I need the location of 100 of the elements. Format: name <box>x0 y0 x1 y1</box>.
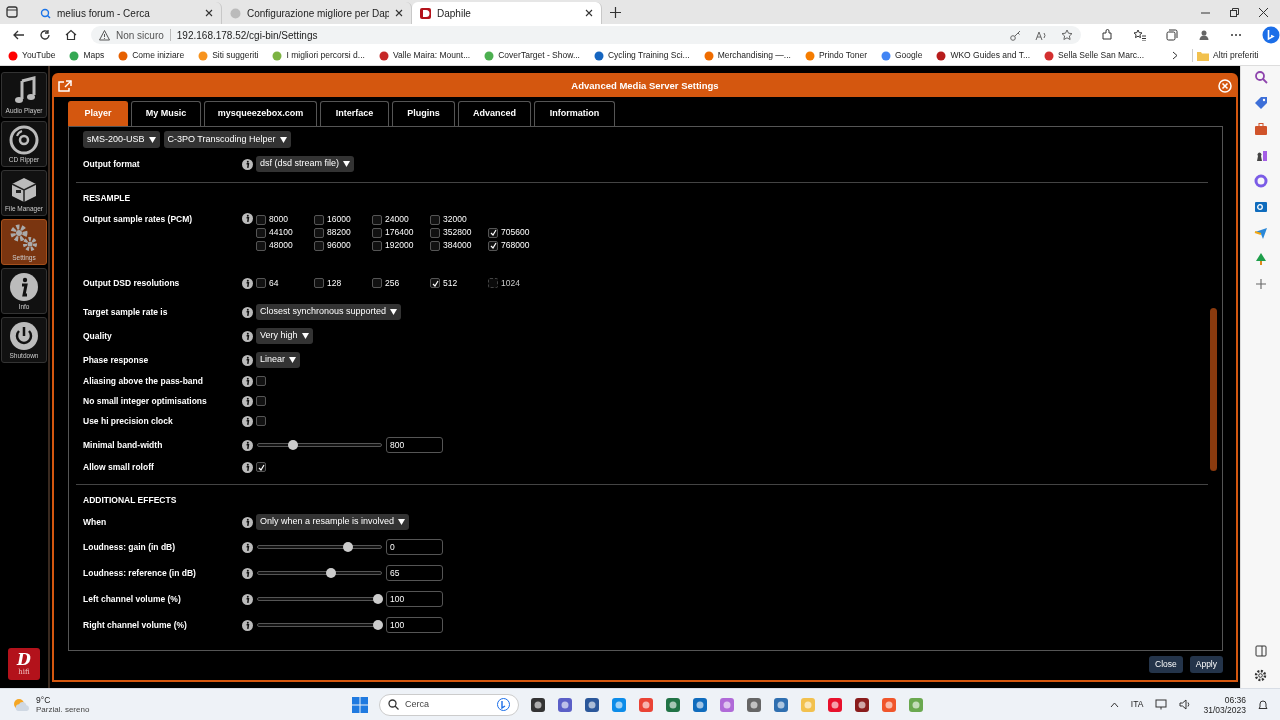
info-icon[interactable] <box>242 541 253 553</box>
add-icon[interactable] <box>1254 278 1267 290</box>
settings-tab[interactable]: My Music <box>131 101 201 126</box>
info-icon[interactable] <box>242 439 253 451</box>
slider-thumb[interactable] <box>373 620 383 630</box>
bookmark-link[interactable]: Google <box>895 49 923 62</box>
new-tab-icon[interactable] <box>610 7 621 18</box>
app-icon[interactable] <box>746 696 762 713</box>
settings-tab[interactable]: mysqueezebox.com <box>204 101 317 126</box>
close-icon[interactable] <box>395 9 403 17</box>
bookmark-link[interactable]: Cycling Training Sci... <box>607 49 690 62</box>
info-icon[interactable] <box>242 395 253 407</box>
bookmark-link[interactable]: Siti suggeriti <box>212 49 259 62</box>
app-icon[interactable] <box>557 696 573 713</box>
network-icon[interactable] <box>1155 699 1168 710</box>
bookmark-link[interactable]: Prindo Toner <box>818 49 867 62</box>
dropdown[interactable]: Closest synchronous supported <box>256 304 402 320</box>
info-icon[interactable] <box>242 354 253 366</box>
tab-actions-icon[interactable] <box>6 6 18 18</box>
dropdown[interactable]: C-3PO Transcoding Helper <box>163 131 291 148</box>
info-icon[interactable] <box>242 375 253 387</box>
checkbox[interactable] <box>430 227 440 238</box>
checkbox[interactable] <box>256 396 266 406</box>
input-field[interactable]: 800 <box>386 437 443 453</box>
clock-date[interactable]: 31/03/2023 <box>1203 704 1246 715</box>
checkbox[interactable] <box>488 240 498 251</box>
key-icon[interactable] <box>1010 29 1021 41</box>
search-icon[interactable] <box>1253 70 1268 84</box>
checkbox[interactable] <box>256 462 266 472</box>
bookmark-link[interactable]: Merchandising —... <box>717 49 791 62</box>
bookmark-folder[interactable]: Altri preferiti <box>1213 49 1259 62</box>
dialog-button[interactable]: Close <box>1149 656 1183 673</box>
checkbox[interactable] <box>314 278 324 288</box>
settings-tab[interactable]: Information <box>534 101 615 126</box>
checkbox[interactable] <box>372 214 382 225</box>
ring-icon[interactable] <box>1253 174 1268 188</box>
info-icon[interactable] <box>242 461 253 473</box>
checkbox[interactable] <box>256 376 266 386</box>
toolbox-icon[interactable] <box>1253 122 1268 136</box>
notification-icon[interactable] <box>1258 698 1268 711</box>
clock-time[interactable]: 06:36 <box>1224 694 1246 705</box>
app-icon[interactable] <box>530 696 546 713</box>
settings-tab[interactable]: Plugins <box>392 101 455 126</box>
profile-icon[interactable] <box>1198 29 1210 41</box>
checkbox[interactable] <box>372 227 382 238</box>
input-field[interactable]: 100 <box>386 591 443 607</box>
info-icon[interactable] <box>242 277 253 289</box>
language-indicator[interactable]: ITA <box>1130 698 1144 711</box>
input-field[interactable]: 65 <box>386 565 443 581</box>
address-bar[interactable]: Non sicuro 192.168.178.52/cgi-bin/Settings <box>91 26 1081 44</box>
slider-track[interactable] <box>257 571 382 575</box>
start-icon[interactable] <box>352 696 368 713</box>
slider-track[interactable] <box>257 597 382 601</box>
bookmark-link[interactable]: YouTube <box>22 49 56 62</box>
info-icon[interactable] <box>242 593 253 605</box>
dropdown[interactable]: sMS-200-USB <box>83 131 160 148</box>
bookmark-link[interactable]: CoverTarget - Show... <box>498 49 580 62</box>
settings-tab[interactable]: Advanced <box>458 101 531 126</box>
tag-icon[interactable] <box>1253 96 1268 110</box>
checkbox[interactable] <box>314 240 324 251</box>
app-icon[interactable] <box>665 696 681 713</box>
restore-icon[interactable] <box>1230 8 1239 17</box>
dropdown[interactable]: dsf (dsd stream file) <box>256 156 355 172</box>
bing-chat-icon[interactable] <box>1262 26 1280 44</box>
slider-thumb[interactable] <box>373 594 383 604</box>
reload-icon[interactable] <box>39 29 51 41</box>
bookmark-link[interactable]: WKO Guides and T... <box>950 49 1031 62</box>
dropdown[interactable]: Only when a resample is involved <box>256 514 410 530</box>
checkbox[interactable] <box>372 278 382 288</box>
volume-icon[interactable] <box>1179 699 1192 710</box>
checkbox[interactable] <box>256 227 266 238</box>
bookmark-link[interactable]: Maps <box>83 49 105 62</box>
checkbox[interactable] <box>314 227 324 238</box>
favorite-add-icon[interactable] <box>1061 29 1073 41</box>
input-field[interactable]: 0 <box>386 539 443 555</box>
info-icon[interactable] <box>242 516 253 528</box>
checkbox[interactable] <box>256 214 266 225</box>
mail-app-icon[interactable] <box>1253 200 1268 214</box>
dialog-button[interactable]: Apply <box>1189 656 1223 673</box>
slider-track[interactable] <box>257 443 382 447</box>
dropdown[interactable]: Linear <box>256 352 301 368</box>
paper-plane-icon[interactable] <box>1253 226 1268 240</box>
close-icon[interactable] <box>1259 8 1268 17</box>
back-icon[interactable] <box>13 30 25 40</box>
app-icon[interactable] <box>584 696 600 713</box>
home-icon[interactable] <box>65 29 77 41</box>
bookmark-link[interactable]: Come iniziare <box>132 49 185 62</box>
checkbox[interactable] <box>488 227 498 238</box>
chevron-up-icon[interactable] <box>1109 701 1119 708</box>
app-icon[interactable] <box>692 696 708 713</box>
input-field[interactable]: 100 <box>386 617 443 633</box>
chevron-icon[interactable] <box>1172 51 1179 60</box>
popout-icon[interactable] <box>58 80 72 92</box>
close-icon[interactable] <box>585 9 593 17</box>
scrollbar[interactable] <box>1210 308 1217 471</box>
checkbox[interactable] <box>314 214 324 225</box>
slider-thumb[interactable] <box>325 568 336 578</box>
close-icon[interactable] <box>205 9 213 17</box>
read-aloud-icon[interactable] <box>1035 29 1047 41</box>
info-icon[interactable] <box>242 567 253 579</box>
